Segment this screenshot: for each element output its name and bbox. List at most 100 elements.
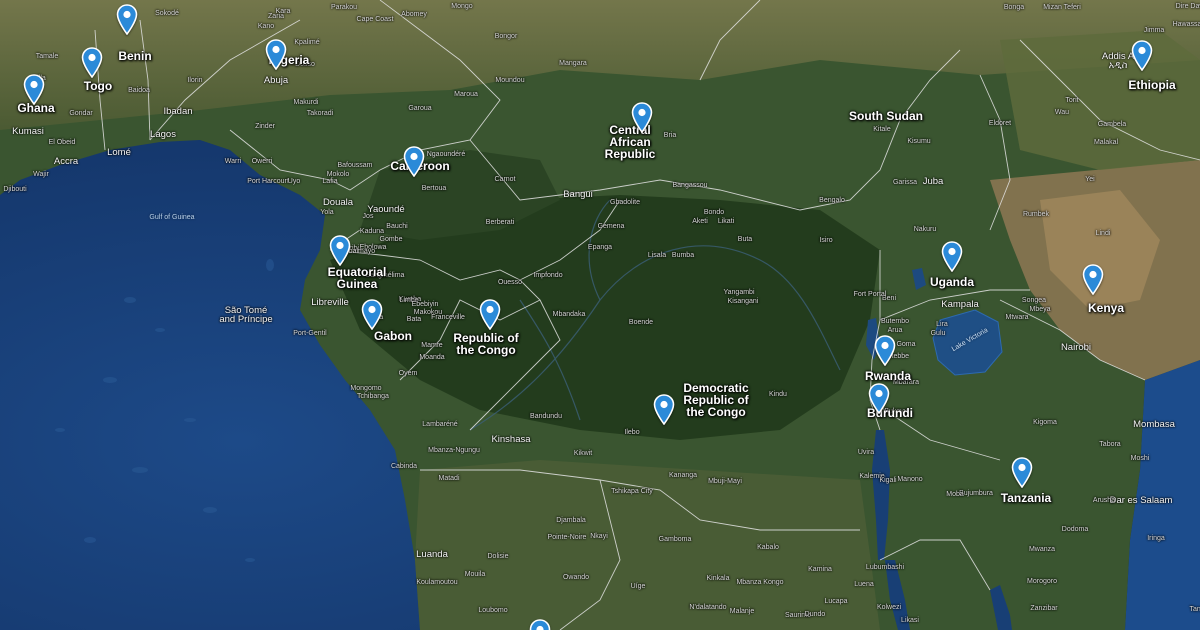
map-canvas[interactable]: Abuja Ibadan Lagos Lomé Accra Kumasi Douala Yao… — [0, 0, 1200, 630]
location-pin-icon — [329, 235, 351, 266]
town-label-36: Epanga — [587, 244, 613, 251]
town-label-136: Dolisie — [487, 553, 509, 560]
town-label-9: Bafoussam — [337, 162, 373, 169]
town-label-48: Kananga — [668, 472, 698, 479]
town-label-88: Yei — [1085, 176, 1095, 183]
town-label-8: Uyo — [287, 178, 301, 185]
town-label-129: Oyem — [398, 370, 418, 377]
town-label-83: Kisumu — [907, 138, 931, 145]
location-pin-icon — [23, 74, 45, 105]
map-pin-nigeria[interactable] — [265, 39, 287, 70]
city-label-13: Nairobi — [1060, 342, 1092, 353]
town-label-104: Kpalimé — [294, 39, 320, 46]
town-label-148: Dundo — [804, 611, 826, 618]
map-pin-central-african-republic[interactable] — [631, 102, 653, 133]
town-label-47: Ilebo — [624, 429, 640, 436]
location-pin-icon — [361, 299, 383, 330]
map-pin-kenya[interactable] — [1082, 264, 1104, 295]
town-label-74: Tanga — [1189, 606, 1200, 613]
town-label-78: Mtwara — [1005, 314, 1029, 321]
town-label-24: Mbandaka — [552, 311, 586, 318]
town-label-17: Mangara — [559, 60, 587, 67]
map-pin-togo[interactable] — [81, 47, 103, 78]
town-label-69: Arusha — [1092, 497, 1116, 504]
town-label-38: Ouesso — [497, 279, 523, 286]
country-label-equatorial-guinea: Equatorial Guinea — [327, 265, 387, 291]
city-label-5: Kumasi — [12, 126, 44, 137]
map-pin-partial[interactable] — [529, 619, 551, 630]
city-label-6: Douala — [322, 197, 354, 208]
town-label-14: Bongor — [494, 33, 518, 40]
country-label-republic-of-the-congo: Republic of the Congo — [453, 331, 519, 357]
town-label-80: Nakuru — [913, 226, 937, 233]
city-label-10: Kinshasa — [491, 434, 531, 445]
map-pin-rwanda[interactable] — [874, 335, 896, 366]
map-pin-ethiopia[interactable] — [1131, 40, 1153, 71]
location-pin-icon — [631, 102, 653, 133]
country-label-gabon: Gabon — [374, 329, 412, 343]
town-label-101: Baidoa — [128, 87, 150, 94]
town-label-113: Jos — [362, 213, 374, 220]
town-label-52: Kindu — [769, 391, 787, 398]
country-label-uganda: Uganda — [929, 275, 975, 289]
town-label-85: Wau — [1054, 109, 1070, 116]
map-pin-ghana[interactable] — [23, 74, 45, 105]
town-label-11: Ngaoundéré — [426, 151, 466, 158]
town-label-68: Mwanza — [1028, 546, 1056, 553]
town-label-92: Hawassa — [1172, 21, 1200, 28]
city-label-16: Juba — [922, 176, 944, 187]
town-label-4: Makurdi — [293, 99, 319, 106]
town-label-100: Wajir — [33, 171, 49, 178]
city-label-15: Dar es Salaam — [1109, 495, 1173, 506]
town-label-89: Torit — [1065, 97, 1079, 104]
town-label-97: Gondar — [69, 110, 93, 117]
city-label-0: Abuja — [263, 75, 289, 86]
map-pin-tanzania[interactable] — [1011, 457, 1033, 488]
town-label-146: Malanje — [729, 608, 755, 615]
town-label-76: Mbeya — [1029, 306, 1051, 313]
town-label-112: Bauchi — [386, 223, 408, 230]
country-label-tanzania: Tanzania — [1000, 491, 1052, 505]
location-pin-icon — [479, 299, 501, 330]
town-label-44: Cabinda — [390, 463, 418, 470]
town-label-128: Mongomo — [350, 385, 382, 392]
map-pin-gabon[interactable] — [361, 299, 383, 330]
town-label-66: Kigoma — [1033, 419, 1057, 426]
city-label-17: São Tomé and Príncipe — [219, 305, 273, 325]
map-pin-benin[interactable] — [116, 4, 138, 35]
town-label-39: Moanda — [419, 354, 445, 361]
town-label-150: Luena — [854, 581, 874, 588]
city-label-3: Lomé — [107, 147, 131, 158]
town-label-86: Malakal — [1093, 139, 1119, 146]
map-pin-cameroon[interactable] — [403, 146, 425, 177]
town-label-29: Isiro — [819, 237, 833, 244]
location-pin-icon — [116, 4, 138, 35]
map-pin-democratic-republic-of-the-congo[interactable] — [653, 394, 675, 425]
map-pin-republic-of-the-congo[interactable] — [479, 299, 501, 330]
town-label-103: Kara — [275, 8, 291, 15]
town-label-157: Moba — [946, 491, 964, 498]
town-label-67: Tabora — [1099, 441, 1121, 448]
town-label-70: Moshi — [1130, 455, 1150, 462]
map-pin-equatorial-guinea[interactable] — [329, 235, 351, 266]
location-pin-icon — [265, 39, 287, 70]
town-label-143: Mbanza Kongo — [736, 579, 784, 586]
town-label-132: Lambaréné — [422, 421, 458, 428]
country-label-kenya: Kenya — [1087, 301, 1125, 315]
town-label-5: Warri — [224, 158, 242, 165]
town-label-22: Gbadolite — [610, 199, 640, 206]
town-label-75: Iringa — [1147, 535, 1165, 542]
town-label-71: Dodoma — [1061, 526, 1089, 533]
location-pin-icon — [1082, 264, 1104, 295]
town-label-50: Tshikapa City — [611, 488, 653, 495]
country-label-democratic-republic-of-the-congo: Democratic Republic of the Congo — [683, 381, 749, 419]
town-label-95: Mizan Teferi — [1043, 4, 1081, 11]
town-label-32: Likati — [717, 218, 735, 225]
city-label-18: Addis A አዲስ — [1101, 51, 1135, 71]
map-pin-burundi[interactable] — [868, 383, 890, 414]
town-label-26: Yangambi — [723, 289, 755, 296]
map-pin-uganda[interactable] — [941, 241, 963, 272]
town-label-144: Uíge — [630, 583, 646, 590]
town-label-102: Sokodé — [155, 10, 179, 17]
location-pin-icon — [1131, 40, 1153, 71]
